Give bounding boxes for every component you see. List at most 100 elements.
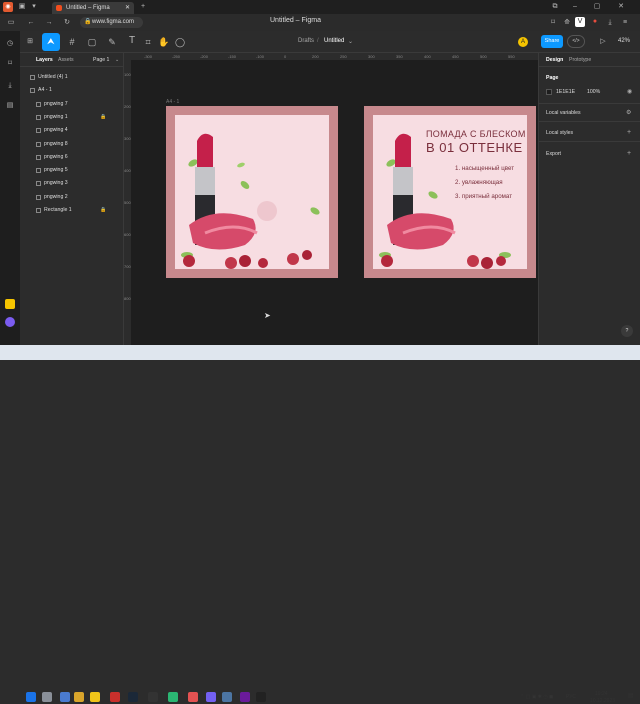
- chevron-down-icon[interactable]: ⌄: [115, 57, 119, 63]
- bg-opacity[interactable]: 100%: [587, 89, 600, 95]
- local-styles[interactable]: Local styles: [546, 130, 573, 136]
- browser-logo-icon[interactable]: ◉: [3, 2, 13, 12]
- page-selector[interactable]: Page 1: [93, 57, 109, 63]
- vk-icon[interactable]: [222, 692, 232, 702]
- share-button[interactable]: Share: [541, 35, 563, 48]
- search-icon[interactable]: [42, 692, 52, 702]
- move-tool-button[interactable]: ⮝: [42, 33, 60, 51]
- figma-app-icon[interactable]: [256, 692, 266, 702]
- layer-item[interactable]: pngwing 8: [20, 138, 124, 151]
- bookmark-icon[interactable]: ⌑: [548, 18, 558, 28]
- main-menu-icon[interactable]: ⊞: [24, 37, 36, 47]
- bg-color-hex[interactable]: 1E1E1E: [556, 89, 575, 95]
- app-shortcut-icon[interactable]: [5, 299, 15, 309]
- export-section[interactable]: Export: [546, 151, 561, 157]
- clock-date[interactable]: 10.12.2023: [590, 698, 615, 704]
- forward-icon[interactable]: →: [44, 18, 54, 28]
- file-explorer-icon[interactable]: [74, 692, 84, 702]
- tab-assets[interactable]: Assets: [58, 57, 74, 63]
- app-icon[interactable]: [148, 692, 158, 702]
- layer-item[interactable]: Untitled (4) 1: [20, 71, 124, 84]
- file-name[interactable]: Untitled: [324, 38, 344, 44]
- layer-item[interactable]: A4 - 1: [20, 84, 124, 97]
- variables-icon[interactable]: ⚙: [626, 109, 631, 116]
- breadcrumb-drafts[interactable]: Drafts: [298, 38, 314, 44]
- avatar[interactable]: A: [518, 37, 528, 47]
- layer-item[interactable]: pngwing 5: [20, 164, 124, 177]
- layer-item[interactable]: pngwing 2: [20, 191, 124, 204]
- pen-tool-icon[interactable]: ✎: [106, 37, 118, 47]
- clock-time[interactable]: 19:24: [595, 691, 608, 697]
- layer-item[interactable]: pngwing 3: [20, 177, 124, 190]
- app-icon[interactable]: [240, 692, 250, 702]
- assistant-icon[interactable]: [5, 317, 15, 327]
- steam-icon[interactable]: [128, 692, 138, 702]
- add-export-icon[interactable]: +: [627, 150, 631, 157]
- shape-tool-icon[interactable]: ▢: [86, 37, 98, 47]
- hand-tool-icon[interactable]: ✋: [158, 37, 170, 47]
- add-style-icon[interactable]: +: [627, 129, 631, 136]
- tab-close-icon[interactable]: ✕: [125, 2, 130, 14]
- comment-tool-icon[interactable]: ◯: [174, 37, 186, 47]
- present-icon[interactable]: ▷: [598, 37, 608, 47]
- downloads-icon[interactable]: ⤓: [5, 81, 15, 91]
- chevron-down-icon[interactable]: ⌄: [348, 38, 353, 45]
- history-icon[interactable]: ◷: [5, 39, 15, 49]
- tab-design[interactable]: Design: [546, 57, 563, 63]
- menu-icon[interactable]: ≡: [620, 18, 630, 28]
- tab-layers[interactable]: Layers: [36, 57, 53, 63]
- download-icon[interactable]: ⤓: [605, 18, 615, 28]
- local-variables[interactable]: Local variables: [546, 110, 581, 116]
- new-tab-icon[interactable]: +: [138, 2, 148, 12]
- bg-color-swatch[interactable]: [546, 89, 552, 95]
- viber-icon[interactable]: [206, 692, 216, 702]
- lock-icon[interactable]: 🔒: [100, 204, 106, 217]
- extensions-icon[interactable]: ⟰: [562, 18, 572, 28]
- frame-tool-icon[interactable]: #: [66, 37, 78, 47]
- tab-list-icon[interactable]: ▾: [29, 2, 39, 12]
- layer-item[interactable]: pngwing 1 🔒: [20, 111, 124, 124]
- ad-frame-text[interactable]: ПОМАДА С БЛЕСКОМ В 01 ОТТЕНКЕ 1. насыщен…: [364, 106, 536, 278]
- task-view-icon[interactable]: [60, 692, 70, 702]
- layer-item[interactable]: pngwing 6: [20, 151, 124, 164]
- sidebar-toggle-icon[interactable]: ▭: [6, 18, 16, 28]
- frame-label[interactable]: A4 - 1: [166, 99, 179, 105]
- text-tool-icon[interactable]: T: [126, 36, 138, 46]
- image-icon: [30, 75, 35, 80]
- app-icon[interactable]: [168, 692, 178, 702]
- eye-icon[interactable]: ◉: [627, 88, 632, 95]
- tab-prototype[interactable]: Prototype: [569, 57, 591, 63]
- notes-icon[interactable]: ▤: [5, 101, 15, 111]
- bookmarks-icon[interactable]: ⌑: [5, 59, 15, 69]
- url-field[interactable]: 🔒 www.figma.com: [80, 17, 143, 28]
- resources-tool-icon[interactable]: ⌗: [142, 37, 154, 47]
- reload-icon[interactable]: ↻: [62, 18, 72, 28]
- ad-frame-image[interactable]: [166, 106, 338, 278]
- canvas[interactable]: A4 - 1 ПОМАДА С БЛЕСКОМ В 01 ОТТЕНКЕ 1. …: [124, 53, 538, 345]
- dev-mode-toggle[interactable]: </>: [567, 35, 585, 48]
- collections-icon[interactable]: ⧉: [550, 2, 560, 12]
- vk-extension-icon[interactable]: ᐯ: [575, 17, 585, 27]
- browser-tab[interactable]: Untitled – Figma ✕: [52, 2, 134, 14]
- app-icon[interactable]: [110, 692, 120, 702]
- close-window-icon[interactable]: ✕: [616, 2, 626, 12]
- browser-tabbar: ◉ ▣ ▾ Untitled – Figma ✕ + ⧉ – ▢ ✕: [0, 0, 640, 14]
- tab-title: Untitled – Figma: [66, 5, 110, 11]
- yandex-browser-icon[interactable]: [90, 692, 100, 702]
- maximize-icon[interactable]: ▢: [592, 2, 602, 12]
- back-icon[interactable]: ←: [26, 18, 36, 28]
- app-icon[interactable]: [188, 692, 198, 702]
- zoom-level[interactable]: 42%: [618, 38, 630, 44]
- input-language[interactable]: РУС: [566, 694, 576, 700]
- lock-icon[interactable]: 🔒: [100, 111, 106, 124]
- minimize-icon[interactable]: –: [570, 2, 580, 12]
- layer-item[interactable]: Rectangle 1 🔒: [20, 204, 124, 217]
- tray-icons[interactable]: ⌃ ◫ ▣ ✱ ◷ ◼: [520, 694, 553, 700]
- layer-item[interactable]: pngwing 4: [20, 124, 124, 137]
- tabs-menu-icon[interactable]: ▣: [17, 2, 27, 12]
- help-button[interactable]: ?: [621, 325, 633, 337]
- start-icon[interactable]: [26, 692, 36, 702]
- notifications-icon[interactable]: ▤: [628, 692, 634, 699]
- music-extension-icon[interactable]: ●: [590, 17, 600, 27]
- layer-item[interactable]: pngwing 7: [20, 98, 124, 111]
